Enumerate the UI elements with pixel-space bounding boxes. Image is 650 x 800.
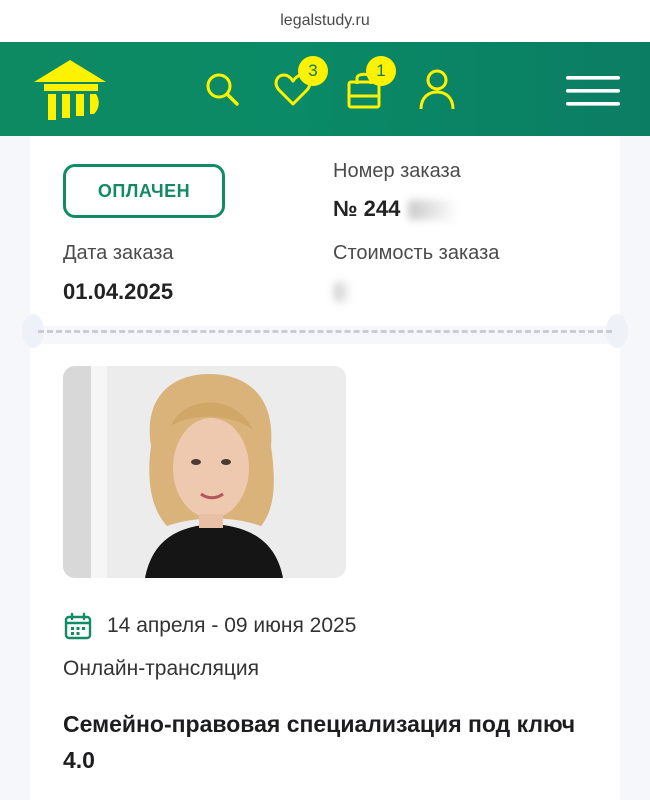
site-header: 3 1 bbox=[0, 42, 650, 136]
favorites-count-badge: 3 bbox=[298, 56, 328, 86]
dashed-divider bbox=[38, 330, 612, 333]
url-text: legalstudy.ru bbox=[280, 12, 370, 29]
order-status-badge: ОПЛАЧЕН bbox=[63, 164, 225, 218]
address-bar[interactable]: legalstudy.ru bbox=[0, 0, 650, 42]
menu-icon[interactable] bbox=[566, 74, 620, 108]
calendar-icon bbox=[64, 612, 92, 640]
order-cost-label: Стоимость заказа bbox=[333, 242, 500, 264]
order-date-label: Дата заказа bbox=[63, 242, 174, 264]
order-number-value: № 244 bbox=[333, 196, 401, 221]
speaker-portrait-image bbox=[63, 366, 346, 578]
order-number-label: Номер заказа bbox=[333, 160, 461, 182]
course-format: Онлайн-трансляция bbox=[63, 657, 260, 680]
search-icon[interactable] bbox=[203, 70, 241, 108]
redacted-order-number bbox=[408, 200, 458, 220]
cart-count-badge: 1 bbox=[366, 56, 396, 86]
course-title[interactable]: Семейно-правовая специализация под ключ … bbox=[63, 706, 583, 778]
academy-logo-icon[interactable] bbox=[30, 54, 110, 124]
order-date-value: 01.04.2025 bbox=[63, 279, 174, 304]
user-icon[interactable] bbox=[418, 67, 456, 111]
course-dates: 14 апреля - 09 июня 2025 bbox=[107, 614, 357, 637]
speaker-photo[interactable] bbox=[63, 366, 346, 578]
redacted-order-cost bbox=[334, 282, 352, 302]
